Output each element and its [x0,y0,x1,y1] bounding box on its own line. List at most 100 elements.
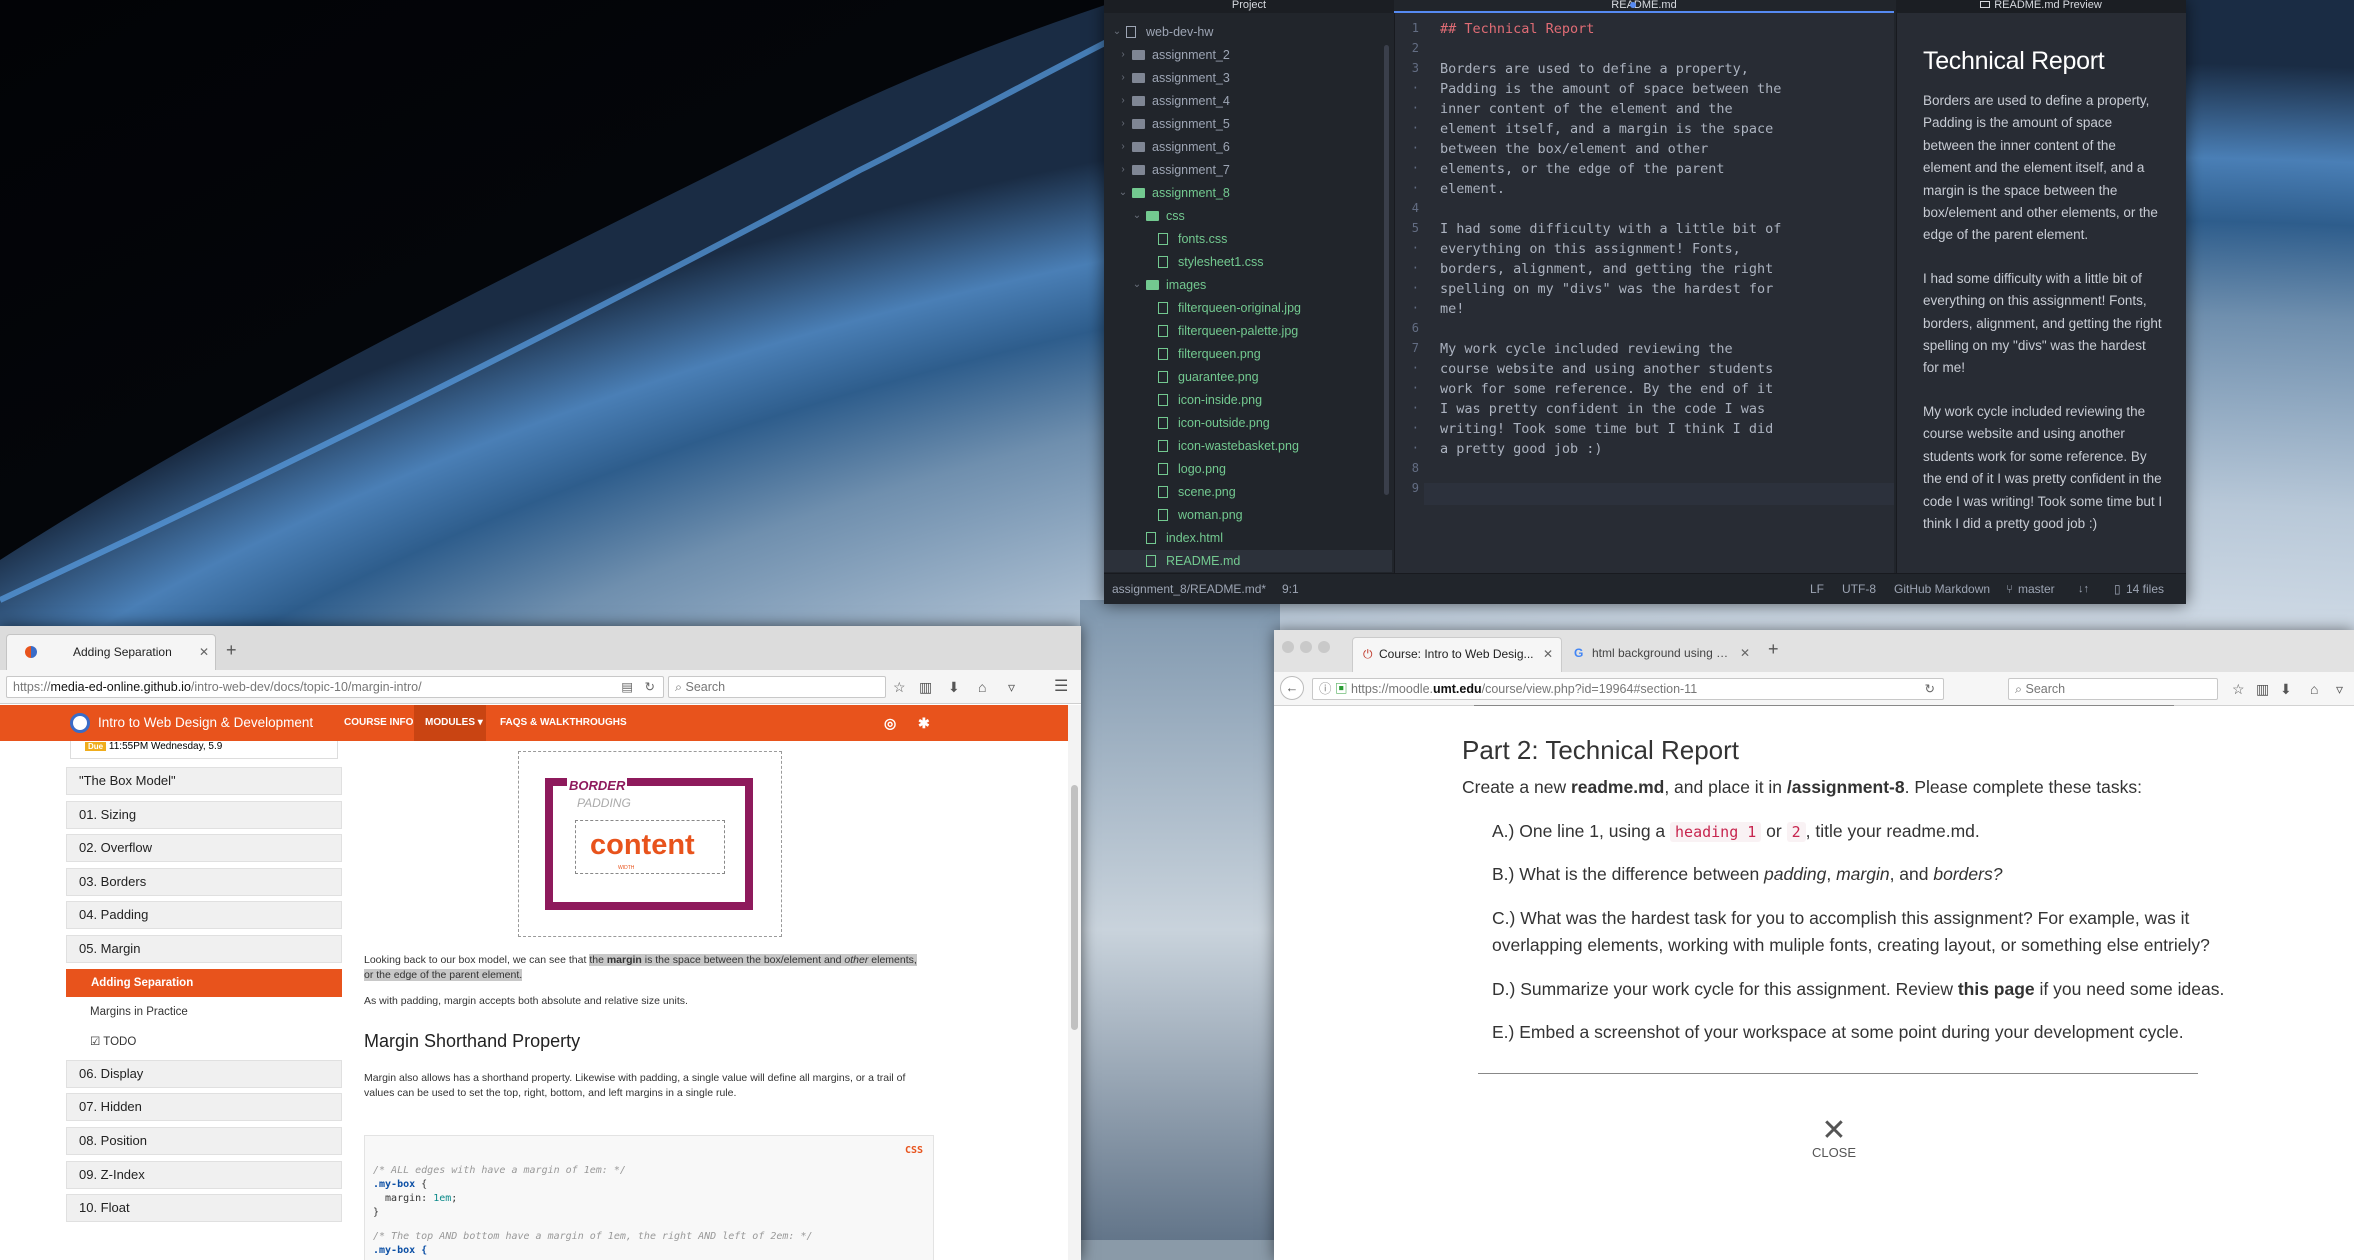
tree-folder[interactable]: › assignment_6 [1104,136,1392,158]
bookmark-star-icon[interactable]: ☆ [2232,681,2245,697]
tree-file[interactable]: woman.png [1104,504,1392,526]
tree-file[interactable]: filterqueen-palette.jpg [1104,320,1392,342]
scrollbar-thumb[interactable] [1071,785,1078,1030]
chevron-right-icon[interactable]: › [1118,136,1128,158]
nav-course-info[interactable]: COURSE INFO [344,705,413,741]
chevron-right-icon[interactable]: › [1118,67,1128,89]
sidebar-item[interactable]: 09. Z-Index [66,1160,342,1189]
tab-close-icon[interactable]: ✕ [1740,637,1750,669]
bookmark-star-icon[interactable]: ☆ [893,679,906,695]
bookmarks-library-icon[interactable]: ▥ [919,679,932,695]
sidebar-item[interactable]: 04. Padding [66,901,342,930]
downloads-icon[interactable]: ⬇ [948,679,960,695]
tab-adding-separation[interactable]: Adding Separation ✕ [6,634,216,670]
sidebar-item[interactable]: 06. Display [66,1059,342,1088]
sidebar-item[interactable]: Adding Separation [66,968,342,997]
preview-tab[interactable]: README.md Preview [1896,0,2186,13]
tree-folder[interactable]: ⌄ images [1104,274,1392,296]
sidebar-item[interactable]: 02. Overflow [66,834,342,863]
tree-file[interactable]: index.html [1104,527,1392,549]
tree-file[interactable]: stylesheet1.css [1104,251,1392,273]
tree-file[interactable]: README.md [1104,550,1392,572]
chevron-down-icon[interactable]: ⌄ [1132,274,1142,296]
tab-html-background[interactable]: G html background using sa... ✕ [1564,637,1754,672]
pocket-icon[interactable]: ▿ [1008,679,1015,695]
link-this-page[interactable]: this page [1958,979,2035,999]
tab-course[interactable]: ⏻ Course: Intro to Web Desig... ✕ [1352,637,1562,672]
tree-file[interactable]: filterqueen-original.jpg [1104,297,1392,319]
window-zoom-icon[interactable] [1318,641,1330,653]
status-file-path[interactable]: assignment_8/README.md* [1112,574,1266,604]
status-git-branch[interactable]: master [2018,574,2055,604]
back-button-icon[interactable]: ← [1280,676,1304,700]
tree-folder[interactable]: › assignment_3 [1104,67,1392,89]
sidebar-item[interactable]: "The Box Model" [66,767,342,795]
bookmarks-library-icon[interactable]: ▥ [2256,681,2269,697]
nav-modules[interactable]: MODULES ▾ [414,705,486,741]
sidebar-item[interactable]: 07. Hidden [66,1093,342,1122]
window-close-icon[interactable] [1282,641,1294,653]
home-icon[interactable]: ⌂ [978,679,986,695]
chevron-right-icon[interactable]: › [1118,44,1128,66]
sidebar-item[interactable]: Margins in Practice [66,999,342,1027]
status-grammar[interactable]: GitHub Markdown [1894,574,1990,604]
tree-folder[interactable]: › assignment_4 [1104,90,1392,112]
sidebar-item[interactable]: ☑ TODO [66,1029,342,1058]
url-bar[interactable]: ⓘ ▣ https://moodle.umt.edu/course/view.p… [1312,678,1944,700]
tree-folder[interactable]: ⌄ assignment_8 [1104,182,1392,204]
tree-file[interactable]: logo.png [1104,458,1392,480]
github-icon[interactable]: ◎ [884,705,896,741]
new-tab-icon[interactable]: + [226,640,237,661]
tree-scrollbar[interactable] [1384,45,1389,495]
tree-folder[interactable]: ⌄ web-dev-hw [1104,21,1392,43]
sidebar-item[interactable]: 05. Margin [66,935,342,963]
editor-tab-readme[interactable]: README.md [1394,0,1894,13]
code-editor[interactable]: ## Technical Report Borders are used to d… [1424,13,1894,573]
reload-icon[interactable]: ↻ [645,677,655,697]
tree-file[interactable]: icon-wastebasket.png [1104,435,1392,457]
tree-file[interactable]: icon-inside.png [1104,389,1392,411]
tree-file[interactable]: guarantee.png [1104,366,1392,388]
pocket-icon[interactable]: ▿ [2336,681,2343,697]
home-icon[interactable]: ⌂ [2310,681,2318,697]
search-input[interactable]: ⌕ Search [2008,678,2218,700]
sidebar-item[interactable]: 10. Float [66,1194,342,1223]
tree-file[interactable]: icon-outside.png [1104,412,1392,434]
site-title[interactable]: Intro to Web Design & Development [98,705,313,741]
window-controls[interactable] [1282,640,1330,658]
page-scrollbar[interactable] [1068,705,1081,1260]
project-tree[interactable]: ⌄ web-dev-hw › assignment_2 › assignment_3 › as… [1104,13,1394,573]
tree-folder[interactable]: ⌄ css [1104,205,1392,227]
reader-view-icon[interactable]: ▤ [621,677,633,697]
tree-folder[interactable]: › assignment_2 [1104,44,1392,66]
status-encoding[interactable]: UTF-8 [1842,574,1876,604]
tree-file[interactable]: filterqueen.png [1104,343,1392,365]
tree-file[interactable]: fonts.css [1104,228,1392,250]
chevron-right-icon[interactable]: › [1118,90,1128,112]
git-fetch-icon[interactable]: ↓↑ [2078,574,2089,604]
close-button[interactable]: ✕ CLOSE [1804,1116,1864,1161]
sidebar-item[interactable]: 03. Borders [66,867,342,896]
chevron-down-icon[interactable]: ⌄ [1132,205,1142,227]
nav-faqs[interactable]: FAQS & WALKTHROUGHS [500,705,627,741]
sidebar-item[interactable]: 01. Sizing [66,800,342,829]
window-minimize-icon[interactable] [1300,641,1312,653]
tab-close-icon[interactable]: ✕ [1543,638,1553,670]
tab-close-icon[interactable]: ✕ [199,635,209,669]
new-tab-icon[interactable]: + [1768,639,1779,660]
search-input[interactable]: ⌕ Search [668,676,886,698]
tree-folder[interactable]: › assignment_5 [1104,113,1392,135]
tree-file[interactable]: scene.png [1104,481,1392,503]
info-icon[interactable]: ⓘ [1319,682,1332,696]
chevron-down-icon[interactable]: ⌄ [1112,21,1122,43]
chevron-down-icon[interactable]: ⌄ [1118,182,1128,204]
sidebar-item[interactable]: 08. Position [66,1127,342,1155]
status-file-count[interactable]: 14 files [2126,574,2164,604]
chevron-right-icon[interactable]: › [1118,159,1128,181]
status-line-ending[interactable]: LF [1810,574,1824,604]
reload-icon[interactable]: ↻ [1925,679,1935,699]
settings-icon[interactable]: ✱ [918,705,930,741]
tree-folder[interactable]: › assignment_7 [1104,159,1392,181]
status-cursor-position[interactable]: 9:1 [1282,574,1299,604]
downloads-icon[interactable]: ⬇ [2280,681,2292,697]
